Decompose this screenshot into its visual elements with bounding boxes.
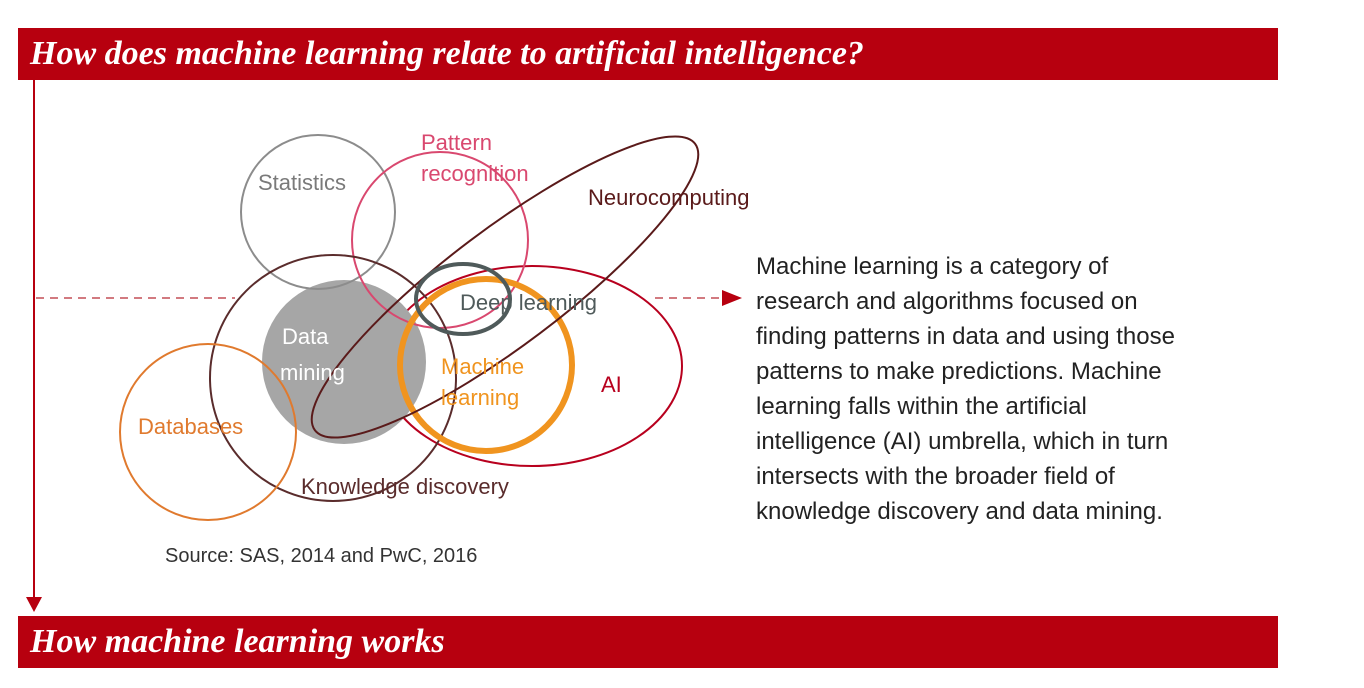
ai-label: AI xyxy=(601,372,622,397)
statistics-circle xyxy=(240,134,396,290)
data-mining-label-line1: Data xyxy=(282,324,329,349)
neurocomputing-label: Neurocomputing xyxy=(588,185,749,210)
source-note: Source: SAS, 2014 and PwC, 2016 xyxy=(165,545,478,567)
pattern-recognition-label-line2: recognition xyxy=(421,161,529,186)
data-mining-label-line2: mining xyxy=(280,360,345,385)
deep-learning-label: Deep learning xyxy=(460,290,597,315)
description-text: Machine learning is a category of resear… xyxy=(756,253,1175,525)
knowledge-discovery-label: Knowledge discovery xyxy=(301,474,509,499)
machine-learning-label-line1: Machine xyxy=(441,354,524,379)
pointer-arrowhead xyxy=(722,290,742,306)
statistics-label: Statistics xyxy=(258,170,346,195)
section-heading-bottom: How machine learning works xyxy=(18,616,1278,668)
flow-arrowhead xyxy=(26,597,42,612)
databases-label: Databases xyxy=(138,414,243,439)
machine-learning-label-line2: learning xyxy=(441,385,519,410)
pattern-recognition-label-line1: Pattern xyxy=(421,130,492,155)
